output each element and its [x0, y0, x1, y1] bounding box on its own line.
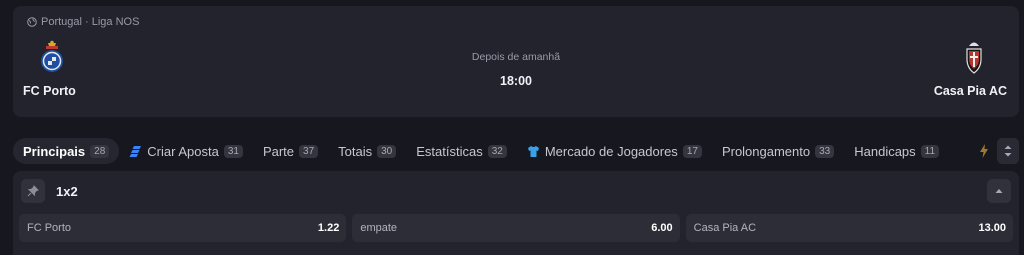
expand-collapse-button[interactable] — [997, 138, 1019, 164]
tab-criar-aposta[interactable]: Criar Aposta 31 — [119, 138, 253, 164]
tab-count: 17 — [682, 144, 702, 158]
tab-totais[interactable]: Totais 30 — [328, 138, 406, 164]
tab-label: Estatísticas — [416, 143, 483, 159]
tab-label: Criar Aposta — [147, 143, 219, 159]
casa-pia-crest-icon — [966, 42, 982, 74]
tab-count: 32 — [487, 144, 507, 158]
odd-away[interactable]: Casa Pia AC 13.00 — [685, 214, 1013, 242]
away-team[interactable]: Casa Pia AC — [917, 40, 1007, 98]
odds-row: FC Porto 1.22 empate 6.00 Casa Pia AC 13… — [19, 214, 1013, 242]
league-breadcrumb[interactable]: Portugal · Liga NOS — [27, 15, 139, 29]
tab-handicaps[interactable]: Handicaps 11 — [844, 138, 949, 164]
outcome-price: 1.22 — [317, 222, 340, 234]
outcome-price: 13.00 — [978, 222, 1006, 234]
tabs-controls — [979, 138, 1019, 164]
chevron-up-down-icon — [1004, 145, 1012, 157]
tab-count: 28 — [90, 144, 110, 158]
tab-label: Parte — [262, 143, 295, 159]
tab-label: Principais — [23, 143, 86, 159]
jersey-icon — [527, 145, 539, 157]
away-team-name: Casa Pia AC — [933, 84, 1007, 98]
tab-count: 11 — [920, 144, 940, 158]
tab-count: 33 — [815, 144, 835, 158]
chevron-up-icon — [995, 189, 1003, 193]
pin-button[interactable] — [21, 179, 45, 203]
collapse-market-button[interactable] — [987, 179, 1011, 203]
market-title: 1x2 — [56, 183, 78, 199]
match-time: 18:00 — [500, 74, 532, 88]
tab-principais[interactable]: Principais 28 — [13, 138, 120, 164]
outcome-name: FC Porto — [27, 222, 72, 234]
odd-home[interactable]: FC Porto 1.22 — [19, 214, 347, 242]
pin-icon — [27, 185, 39, 197]
tab-parte[interactable]: Parte 37 — [253, 138, 328, 164]
tab-label: Mercado de Jogadores — [544, 143, 678, 159]
outcome-name: empate — [360, 222, 398, 234]
tab-count: 31 — [223, 144, 243, 158]
lightning-icon[interactable] — [979, 144, 989, 158]
tab-count: 30 — [377, 144, 397, 158]
outcome-price: 6.00 — [651, 222, 673, 234]
tab-label: Prolongamento — [721, 143, 811, 159]
tab-estatisticas[interactable]: Estatísticas 32 — [406, 138, 517, 164]
match-day-label: Depois de amanhã — [471, 51, 561, 63]
market-1x2: 1x2 FC Porto 1.22 empate 6.00 Casa Pia A… — [13, 171, 1019, 255]
market-header[interactable]: 1x2 — [21, 179, 1011, 203]
outcome-name: Casa Pia AC — [693, 222, 757, 234]
tab-label: Totais — [338, 143, 373, 159]
tab-label: Handicaps — [854, 143, 916, 159]
tab-mercado-de-jogadores[interactable]: Mercado de Jogadores 17 — [517, 138, 712, 164]
match-time-info: Depois de amanhã 18:00 — [13, 51, 1019, 88]
bet-builder-icon — [129, 145, 142, 157]
tab-count: 37 — [299, 144, 319, 158]
tab-prolongamento[interactable]: Prolongamento 33 — [712, 138, 844, 164]
league-label: Portugal · Liga NOS — [41, 16, 140, 28]
odd-draw[interactable]: empate 6.00 — [352, 214, 680, 242]
globe-icon — [27, 17, 37, 27]
match-header-card: Portugal · Liga NOS FC Porto Depois de a… — [13, 6, 1019, 117]
market-category-tabs: Principais 28 Criar Aposta 31 Parte 37 T… — [13, 138, 1019, 164]
